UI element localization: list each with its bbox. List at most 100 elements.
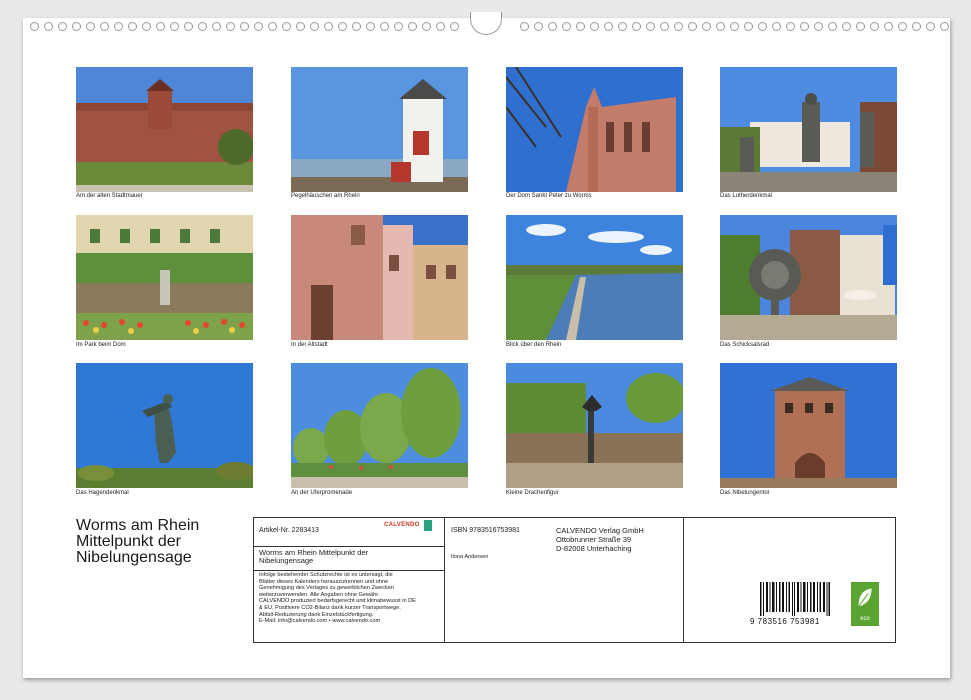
binding-ring	[268, 22, 277, 31]
photo-altstadt	[291, 215, 468, 340]
photo-caption: Das Hagendenkmal	[76, 490, 129, 496]
legal-line: Genehmigung des Verlages zu gewerblichen…	[259, 585, 394, 592]
binding-ring	[800, 22, 809, 31]
photo-dom	[506, 67, 683, 192]
binding-ring	[72, 22, 81, 31]
binding-ring	[632, 22, 641, 31]
binding-ring	[86, 22, 95, 31]
binding-ring	[212, 22, 221, 31]
logo-icon	[424, 520, 432, 531]
panel-divider	[254, 546, 444, 547]
binding-ring	[30, 22, 39, 31]
binding-ring	[884, 22, 893, 31]
legal-line: Blätter dieses Kalenders herauszutrennen…	[259, 578, 389, 585]
legal-line: Abfall-Reduzierung dank Einzelstückferti…	[259, 611, 374, 618]
binding-ring	[604, 22, 613, 31]
legal-line: weiterzuverwenden. Alle Angaben ohne Gew…	[259, 591, 380, 598]
binding-ring	[730, 22, 739, 31]
title-line: Worms am Rhein	[76, 517, 200, 534]
binding-ring	[786, 22, 795, 31]
binding-ring	[408, 22, 417, 31]
legal-line: CALVENDO produziert bedarfsgerecht und k…	[259, 598, 416, 605]
binding-ring	[226, 22, 235, 31]
binding-ring	[688, 22, 697, 31]
binding-ring	[828, 22, 837, 31]
binding-ring	[296, 22, 305, 31]
binding-ring	[870, 22, 879, 31]
title-line: Nibelungensage	[76, 549, 192, 566]
author: Ilona Andersen	[451, 554, 489, 560]
binding-ring	[170, 22, 179, 31]
title-line: Mittelpunkt der	[76, 533, 181, 550]
binding-ring	[240, 22, 249, 31]
binding-ring	[142, 22, 151, 31]
photo-caption: Das Lutherdenkmal	[720, 193, 773, 199]
photo-schicksalsrad	[720, 215, 897, 340]
isbn: ISBN 9783516753981	[451, 527, 520, 534]
barcode	[760, 582, 830, 616]
photo-caption: An der Uferpromenade	[291, 490, 353, 496]
binding-ring	[436, 22, 445, 31]
binding-ring	[352, 22, 361, 31]
binding-ring	[674, 22, 683, 31]
logo-text: CALVENDO	[384, 522, 420, 528]
photo-caption: Im Park beim Dom	[76, 342, 126, 348]
binding-ring	[58, 22, 67, 31]
photo-drachenfigur	[506, 363, 683, 488]
publisher-address: CALVENDO Verlag GmbH Ottobrunner Straße …	[556, 526, 644, 553]
photo-lutherdenkmal	[720, 67, 897, 192]
binding-ring	[814, 22, 823, 31]
calvendo-logo: CALVENDO	[384, 520, 434, 534]
binding-ring	[926, 22, 935, 31]
legal-text: Infolge bestehender Schutzrechte ist es …	[259, 572, 444, 625]
photo-caption: Der Dom Sankt Peter zu Worms	[506, 193, 592, 199]
binding-ring	[548, 22, 557, 31]
publisher-line: CALVENDO Verlag GmbH	[556, 526, 644, 535]
binding-ring	[660, 22, 669, 31]
legal-line: & EU. Positivere CO2-Bilanz dank kurzer …	[259, 604, 401, 611]
photo-caption: Am der alten Stadtmauer	[76, 193, 143, 199]
calendar-subtitle: Worms am Rhein Mittelpunkt der Nibelunge…	[259, 549, 368, 565]
photo-caption: Das Schicksalsrad	[720, 342, 770, 348]
binding-ring	[618, 22, 627, 31]
photo-pegelhaeuschen	[291, 67, 468, 192]
binding-ring	[380, 22, 389, 31]
photo-caption: Pegelhäuschen am Rhein	[291, 193, 360, 199]
binding-ring	[562, 22, 571, 31]
eco-badge: eco	[851, 582, 879, 626]
publisher-line: D-82008 Unterhaching	[556, 544, 632, 553]
binding-ring	[366, 22, 375, 31]
photo-uferpromenade	[291, 363, 468, 488]
binding-ring	[702, 22, 711, 31]
photo-caption: In der Altstadt	[291, 342, 328, 348]
photo-caption: Das Nibelungentor	[720, 490, 770, 496]
eco-label: eco	[860, 616, 870, 622]
binding-ring	[716, 22, 725, 31]
photo-stadtmauer	[76, 67, 253, 192]
binding-ring	[912, 22, 921, 31]
binding-ring	[114, 22, 123, 31]
binding-ring	[324, 22, 333, 31]
binding-ring	[940, 22, 949, 31]
binding-ring	[646, 22, 655, 31]
subtitle-line: Nibelungensage	[259, 556, 314, 565]
article-number: Artikel-Nr. 2283413	[259, 527, 319, 534]
panel-divider	[254, 570, 444, 571]
binding-ring	[450, 22, 459, 31]
barcode-number: 9 783516 753981	[750, 617, 820, 626]
photo-nibelungentor	[720, 363, 897, 488]
binding-ring	[520, 22, 529, 31]
calendar-title: Worms am Rhein Mittelpunkt der Nibelunge…	[76, 518, 246, 566]
binding-ring	[744, 22, 753, 31]
binding-ring	[856, 22, 865, 31]
photo-caption: Kleine Drachenfigur	[506, 490, 559, 496]
binding-ring	[184, 22, 193, 31]
legal-line: E-Mail: info@calvendo.com • www.calvendo…	[259, 618, 381, 625]
binding-ring	[576, 22, 585, 31]
binding-ring	[198, 22, 207, 31]
binding-ring	[156, 22, 165, 31]
binding-ring	[100, 22, 109, 31]
panel-divider	[683, 518, 684, 642]
legal-line: Infolge bestehender Schutzrechte ist es …	[259, 572, 393, 578]
binding-ring	[772, 22, 781, 31]
